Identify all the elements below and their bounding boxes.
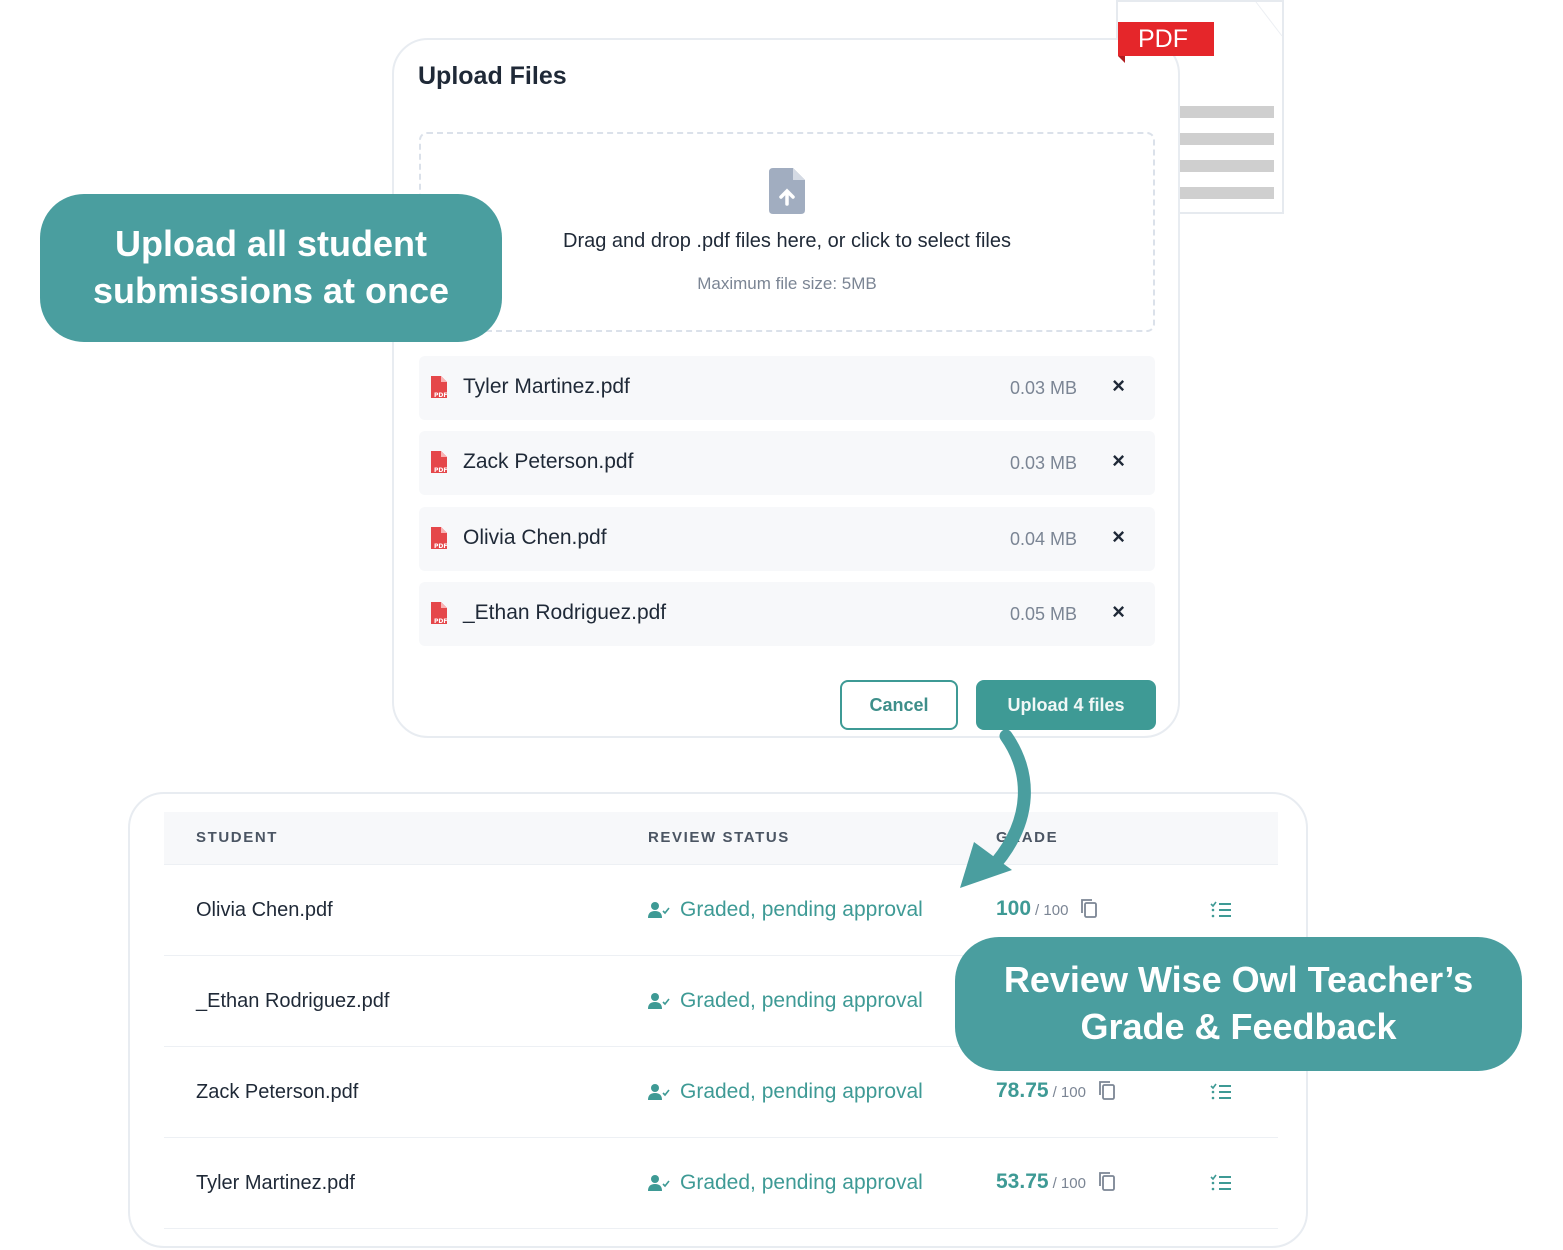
pdf-file-icon: PDF bbox=[431, 451, 447, 474]
file-list-item: PDF Tyler Martinez.pdf 0.03 MB × bbox=[419, 356, 1155, 420]
file-size: 0.05 MB bbox=[1009, 604, 1077, 624]
student-file-name: Olivia Chen.pdf bbox=[196, 899, 333, 921]
upload-files-button[interactable]: Upload 4 files bbox=[976, 680, 1156, 730]
pdf-label: PDF bbox=[1138, 25, 1188, 53]
pdf-file-icon: PDF bbox=[431, 376, 447, 399]
max-file-size-note: Maximum file size: 5MB bbox=[697, 274, 877, 293]
user-check-icon bbox=[648, 1084, 670, 1100]
file-name: Zack Peterson.pdf bbox=[463, 450, 634, 473]
review-status-text: Graded, pending approval bbox=[680, 989, 923, 1012]
copy-icon[interactable] bbox=[1080, 898, 1098, 918]
grade-cell: 53.75 / 100 bbox=[996, 1168, 1116, 1194]
review-status: Graded, pending approval bbox=[648, 989, 923, 1013]
review-status: Graded, pending approval bbox=[648, 1080, 923, 1104]
callout-upload-text: Upload all student submissions at once bbox=[92, 223, 450, 311]
student-file-name: Tyler Martinez.pdf bbox=[196, 1172, 355, 1194]
grade-max: / 100 bbox=[1052, 1084, 1086, 1101]
file-size: 0.03 MB bbox=[1009, 378, 1077, 398]
header-review-status: REVIEW STATUS bbox=[648, 829, 790, 846]
callout-review: Review Wise Owl Teacher’s Grade & Feedba… bbox=[955, 937, 1522, 1071]
review-status: Graded, pending approval bbox=[648, 898, 923, 922]
user-check-icon bbox=[648, 993, 670, 1009]
feedback-checklist-icon[interactable] bbox=[1210, 901, 1232, 919]
file-size: 0.03 MB bbox=[1009, 453, 1077, 473]
file-upload-icon bbox=[769, 168, 805, 214]
file-name: Olivia Chen.pdf bbox=[463, 526, 607, 549]
file-size: 0.04 MB bbox=[1009, 529, 1077, 549]
pdf-file-icon: PDF bbox=[431, 602, 447, 625]
review-status: Graded, pending approval bbox=[648, 1171, 923, 1195]
cancel-button[interactable]: Cancel bbox=[840, 680, 958, 730]
review-status-text: Graded, pending approval bbox=[680, 898, 923, 921]
svg-text:PDF: PDF bbox=[434, 618, 447, 625]
svg-text:PDF: PDF bbox=[434, 543, 447, 550]
svg-text:PDF: PDF bbox=[434, 392, 447, 399]
curved-arrow-icon bbox=[960, 730, 1031, 888]
student-file-name: _Ethan Rodriguez.pdf bbox=[196, 990, 390, 1012]
file-list-item: PDF _Ethan Rodriguez.pdf 0.05 MB × bbox=[419, 582, 1155, 646]
grade-value: 100 bbox=[996, 897, 1032, 920]
grade-max: / 100 bbox=[1035, 902, 1069, 919]
copy-icon[interactable] bbox=[1098, 1171, 1116, 1191]
copy-icon[interactable] bbox=[1098, 1080, 1116, 1100]
feedback-checklist-icon[interactable] bbox=[1210, 1174, 1232, 1192]
user-check-icon bbox=[648, 1175, 670, 1191]
file-list-item: PDF Zack Peterson.pdf 0.03 MB × bbox=[419, 431, 1155, 495]
modal-title: Upload Files bbox=[418, 62, 567, 90]
callout-review-text: Review Wise Owl Teacher’s Grade & Feedba… bbox=[1003, 959, 1474, 1047]
pdf-ribbon-fold bbox=[1118, 56, 1125, 63]
remove-file-button[interactable]: × bbox=[1112, 373, 1125, 399]
file-dropzone[interactable]: Drag and drop .pdf files here, or click … bbox=[419, 132, 1155, 332]
student-file-name: Zack Peterson.pdf bbox=[196, 1081, 359, 1103]
grade-value: 78.75 bbox=[996, 1079, 1049, 1102]
remove-file-button[interactable]: × bbox=[1112, 599, 1125, 625]
grade-value: 53.75 bbox=[996, 1170, 1049, 1193]
feedback-checklist-icon[interactable] bbox=[1210, 1083, 1232, 1101]
review-status-text: Graded, pending approval bbox=[680, 1080, 923, 1103]
file-name: _Ethan Rodriguez.pdf bbox=[463, 601, 667, 624]
remove-file-button[interactable]: × bbox=[1112, 524, 1125, 550]
dropzone-instructions: Drag and drop .pdf files here, or click … bbox=[563, 230, 1011, 252]
table-header: STUDENT REVIEW STATUS GRADE bbox=[164, 812, 1278, 865]
grade-cell: 78.75 / 100 bbox=[996, 1077, 1116, 1103]
user-check-icon bbox=[648, 902, 670, 918]
pdf-file-icon: PDF bbox=[431, 527, 447, 550]
table-row[interactable]: Tyler Martinez.pdf Graded, pending appro… bbox=[164, 1138, 1278, 1229]
review-status-text: Graded, pending approval bbox=[680, 1171, 923, 1194]
file-list-item: PDF Olivia Chen.pdf 0.04 MB × bbox=[419, 507, 1155, 571]
grade-max: / 100 bbox=[1052, 1175, 1086, 1192]
header-student: STUDENT bbox=[196, 829, 279, 846]
pdf-label-ribbon: PDF bbox=[1118, 22, 1214, 56]
svg-text:PDF: PDF bbox=[434, 467, 447, 474]
upload-files-modal: Upload Files Drag and drop .pdf files he… bbox=[392, 38, 1180, 738]
callout-upload: Upload all student submissions at once bbox=[40, 194, 502, 342]
remove-file-button[interactable]: × bbox=[1112, 448, 1125, 474]
file-name: Tyler Martinez.pdf bbox=[463, 375, 630, 398]
